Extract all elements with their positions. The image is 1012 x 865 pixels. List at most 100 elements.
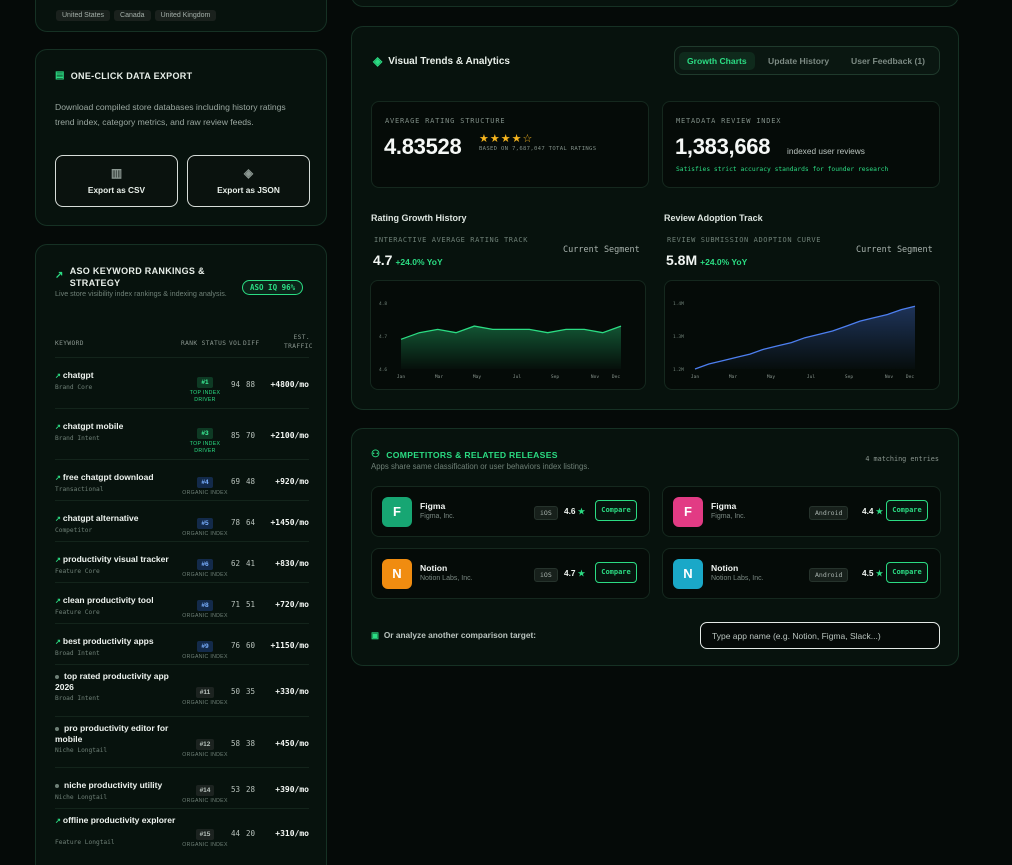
export-csv-button[interactable]: ▥ Export as CSV [55, 155, 178, 207]
compare-button[interactable]: Compare [886, 500, 928, 521]
keyword-row[interactable]: ↗ chatgpt mobile Brand Intent #3 TOP INDEX… [55, 408, 309, 459]
x-tick-label: Dec [612, 374, 620, 380]
neutral-dot-icon [55, 726, 59, 731]
keyword-row[interactable]: ↗ free chatgpt download Transactional #4 O… [55, 459, 309, 500]
trend-up-icon: ↗ [55, 598, 61, 605]
keyword-volume: 85 [231, 430, 241, 440]
reviews-value: 1,383,668 [675, 134, 771, 159]
rating-chart-heading: Rating Growth History [371, 213, 467, 223]
region-tag: United Kingdom [154, 10, 217, 21]
keyword-text: top rated productivity app 2026 [55, 671, 169, 692]
app-rating-value: 4.5 [862, 568, 874, 578]
review-chart-value: 5.8M +24.0% YoY [666, 252, 747, 268]
keyword-volume: 71 [231, 599, 241, 609]
keyword-row[interactable]: ↗ clean productivity tool Feature Core #8… [55, 582, 309, 623]
keyword-difficulty: 28 [246, 784, 256, 794]
keyword-title-text: ASO KEYWORD RANKINGS & STRATEGY [69, 266, 205, 288]
review-chart-subtitle: REVIEW SUBMISSION ADOPTION CURVE [667, 236, 822, 244]
keyword-intent: Niche Longtail [55, 794, 108, 801]
region-tags: United States Canada United Kingdom [56, 4, 220, 22]
keyword-traffic: +310/mo [275, 828, 309, 838]
competitors-title: ⚇ COMPETITORS & RELATED RELEASES [371, 449, 558, 460]
keyword-text: productivity visual tracker [62, 554, 169, 564]
keyword-text: free chatgpt download [62, 472, 154, 482]
rank-status-cell: #3 TOP INDEX DRIVER [181, 422, 229, 455]
export-json-button[interactable]: ◈ Export as JSON [187, 155, 310, 207]
keyword-difficulty: 35 [246, 687, 256, 696]
competitors-subtitle: Apps share same classification or user b… [371, 462, 590, 471]
review-chart-segment: Current Segment [856, 245, 933, 255]
layers-icon: ◈ [373, 54, 383, 68]
y-tick-label: 4.8 [379, 301, 387, 307]
region-tag: Canada [114, 10, 151, 21]
compare-button[interactable]: Compare [595, 562, 637, 583]
keyword-text: pro productivity editor for mobile [55, 723, 169, 744]
competitors-count: 4 matching entries [865, 455, 939, 463]
app-logo: F [673, 497, 703, 527]
app-rating-value: 4.7 [564, 568, 576, 578]
keyword-row[interactable]: top rated productivity app 2026 Broad In… [55, 664, 309, 716]
keyword-volume: 62 [231, 558, 241, 568]
trends-title: ◈ Visual Trends & Analytics [373, 54, 510, 68]
x-tick-label: Nov [591, 374, 599, 380]
rank-status: ORGANIC INDEX [182, 612, 228, 619]
trend-up-icon: ↗ [55, 557, 61, 564]
keyword-row[interactable]: niche productivity utility Niche Longtai… [55, 767, 309, 808]
comparison-target-input[interactable] [700, 622, 940, 649]
review-metric-card: METADATA REVIEW INDEX 1,383,668 indexed … [662, 101, 940, 188]
app-rating-value: 4.4 [862, 506, 874, 516]
header-vol: VOL [229, 340, 242, 347]
keyword-traffic: +720/mo [275, 599, 309, 609]
rank-status-cell: #4 ORGANIC INDEX [181, 471, 229, 497]
header-traffic: EST. TRAFFIC [284, 334, 313, 350]
star-icon: ★ [577, 507, 586, 516]
trend-up-icon: ↗ [55, 639, 61, 646]
tab-user-feedback[interactable]: User Feedback (1) [843, 52, 933, 70]
keyword-name: niche productivity utility [55, 780, 180, 791]
rating-chart-number: 4.7 [373, 252, 393, 268]
export-title: ▤ ONE-CLICK DATA EXPORT [55, 70, 192, 81]
keyword-traffic: +1150/mo [270, 640, 309, 650]
keyword-name: top rated productivity app 2026 [55, 671, 180, 693]
rating-chart-value: 4.7 +24.0% YoY [373, 252, 443, 268]
keyword-traffic: +390/mo [275, 784, 309, 794]
rank-badge: #12 [195, 738, 215, 750]
keyword-volume: 78 [231, 517, 241, 527]
compare-button[interactable]: Compare [886, 562, 928, 583]
rank-badge: #5 [197, 517, 213, 529]
users-icon: ⚇ [371, 449, 381, 460]
keyword-name: ↗ chatgpt mobile [55, 421, 180, 433]
x-tick-label: Nov [885, 374, 893, 380]
rating-chart-segment: Current Segment [563, 245, 640, 255]
reviews-label: METADATA REVIEW INDEX [676, 117, 782, 125]
tab-update-history[interactable]: Update History [760, 52, 837, 70]
rank-status-cell: #5 ORGANIC INDEX [181, 512, 229, 538]
tab-growth-charts[interactable]: Growth Charts [679, 52, 755, 70]
keyword-traffic: +920/mo [275, 476, 309, 486]
data-export-card: ▤ ONE-CLICK DATA EXPORT Download compile… [35, 49, 327, 226]
keyword-row[interactable]: ↗ offline productivity explorer Feature L… [55, 808, 309, 855]
keyword-row[interactable]: ↗ chatgpt alternative Competitor #5 ORGANI… [55, 500, 309, 541]
app-developer: Notion Labs, Inc. [420, 575, 473, 582]
review-chart-number: 5.8M [666, 252, 698, 268]
rating-metric-card: AVERAGE RATING STRUCTURE 4.83528 ★★★★☆ B… [371, 101, 649, 188]
star-icon: ★ [875, 569, 884, 578]
rating-chart-subtitle: INTERACTIVE AVERAGE RATING TRACK [374, 236, 529, 244]
keyword-intent: Brand Intent [55, 435, 100, 442]
rank-badge: #4 [197, 476, 213, 488]
keyword-row[interactable]: ↗ best productivity apps Broad Intent #9 O… [55, 623, 309, 664]
competitors-title-text: COMPETITORS & RELATED RELEASES [386, 449, 558, 460]
keyword-traffic: +2100/mo [270, 430, 309, 440]
rank-badge: #11 [195, 687, 215, 698]
app-logo: N [673, 559, 703, 589]
x-tick-label: Dec [906, 374, 914, 380]
header-diff: DIFF [243, 340, 260, 347]
app-name: Figma [711, 501, 737, 511]
keyword-row[interactable]: ↗ productivity visual tracker Feature Cor… [55, 541, 309, 582]
rank-badge: #3 [197, 427, 213, 439]
keyword-row[interactable]: pro productivity editor for mobile Niche… [55, 716, 309, 767]
keyword-row[interactable]: ↗ chatgpt Brand Core #1 TOP INDEX DRIVER 9… [55, 357, 309, 408]
rank-badge: #1 [197, 376, 213, 388]
rank-badge: #15 [195, 828, 215, 840]
compare-button[interactable]: Compare [595, 500, 637, 521]
